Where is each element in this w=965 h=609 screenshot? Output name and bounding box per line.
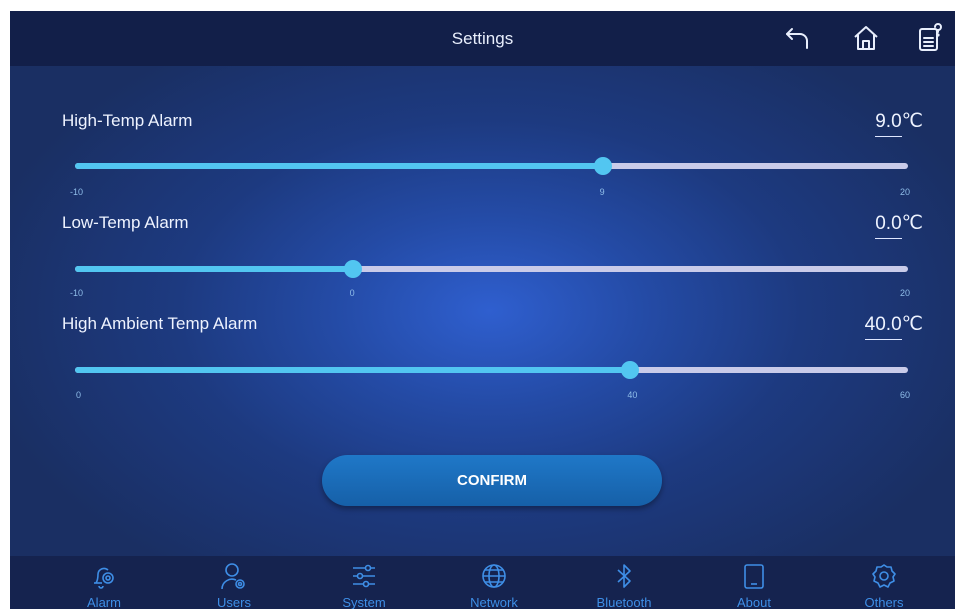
low-temp-slider[interactable] bbox=[75, 260, 908, 278]
value-number: 9.0 bbox=[875, 111, 902, 137]
slider-fill bbox=[75, 266, 353, 272]
slider-min-label: -10 bbox=[70, 187, 84, 197]
tablet-icon bbox=[744, 564, 764, 589]
settings-screen: Settings High-Temp Alarm 9.0℃ -10 9 20 L… bbox=[10, 11, 955, 609]
slider-max-label: 20 bbox=[899, 187, 910, 197]
value-number: 0.0 bbox=[875, 213, 902, 239]
alarm-bell-gear-icon bbox=[94, 567, 114, 589]
setting-value-field[interactable]: 0.0℃ bbox=[875, 212, 923, 239]
slider-current-label: 40 bbox=[627, 390, 638, 400]
high-temp-slider[interactable] bbox=[75, 157, 908, 175]
slider-thumb[interactable] bbox=[343, 260, 362, 278]
slider-current-label: 0 bbox=[349, 288, 355, 298]
value-unit: ℃ bbox=[901, 111, 923, 132]
nav-item-others[interactable]: Others bbox=[819, 556, 949, 609]
bluetooth-icon bbox=[617, 564, 631, 588]
gear-icon bbox=[872, 564, 896, 588]
nav-item-network[interactable]: Network bbox=[429, 556, 559, 609]
slider-min-label: -10 bbox=[70, 288, 84, 298]
sliders-icon bbox=[353, 564, 375, 588]
nav-label: Others bbox=[864, 595, 904, 609]
slider-max-label: 60 bbox=[899, 390, 910, 400]
nav-label: About bbox=[737, 595, 771, 609]
slider-min-label: 0 bbox=[76, 390, 82, 400]
slider-max-label: 20 bbox=[899, 288, 910, 298]
back-icon[interactable] bbox=[783, 23, 813, 53]
setting-label: High Ambient Temp Alarm bbox=[62, 314, 258, 333]
setting-label: Low-Temp Alarm bbox=[62, 213, 189, 232]
nav-item-alarm[interactable]: Alarm bbox=[39, 556, 169, 609]
home-icon[interactable] bbox=[851, 23, 881, 53]
nav-label: System bbox=[342, 595, 386, 609]
setting-label: High-Temp Alarm bbox=[62, 111, 193, 130]
setting-value-field[interactable]: 40.0℃ bbox=[864, 313, 923, 340]
slider-thumb[interactable] bbox=[621, 361, 640, 379]
nav-item-bluetooth[interactable]: Bluetooth bbox=[559, 556, 689, 609]
nav-label: Alarm bbox=[87, 595, 121, 609]
page-title: Settings bbox=[451, 29, 514, 48]
nav-item-users[interactable]: Users bbox=[169, 556, 299, 609]
manual-icon[interactable] bbox=[915, 23, 945, 53]
confirm-button[interactable]: CONFIRM bbox=[322, 455, 662, 506]
nav-item-about[interactable]: About bbox=[689, 556, 819, 609]
user-gear-icon bbox=[221, 563, 245, 590]
nav-label: Bluetooth bbox=[596, 595, 652, 609]
slider-current-label: 9 bbox=[599, 187, 605, 197]
value-unit: ℃ bbox=[901, 314, 923, 335]
top-bar: Settings bbox=[10, 11, 955, 66]
nav-label: Network bbox=[470, 595, 518, 609]
bottom-nav: Alarm Users System Network Bluetooth Abo… bbox=[10, 556, 955, 609]
nav-label: Users bbox=[217, 595, 251, 609]
high-ambient-temp-slider[interactable] bbox=[75, 361, 908, 379]
setting-value-field[interactable]: 9.0℃ bbox=[875, 110, 923, 137]
globe-icon bbox=[482, 564, 506, 588]
nav-item-system[interactable]: System bbox=[299, 556, 429, 609]
slider-fill bbox=[75, 367, 631, 373]
slider-fill bbox=[75, 163, 603, 169]
value-number: 40.0 bbox=[864, 314, 902, 340]
slider-thumb[interactable] bbox=[593, 157, 612, 175]
value-unit: ℃ bbox=[901, 213, 923, 234]
